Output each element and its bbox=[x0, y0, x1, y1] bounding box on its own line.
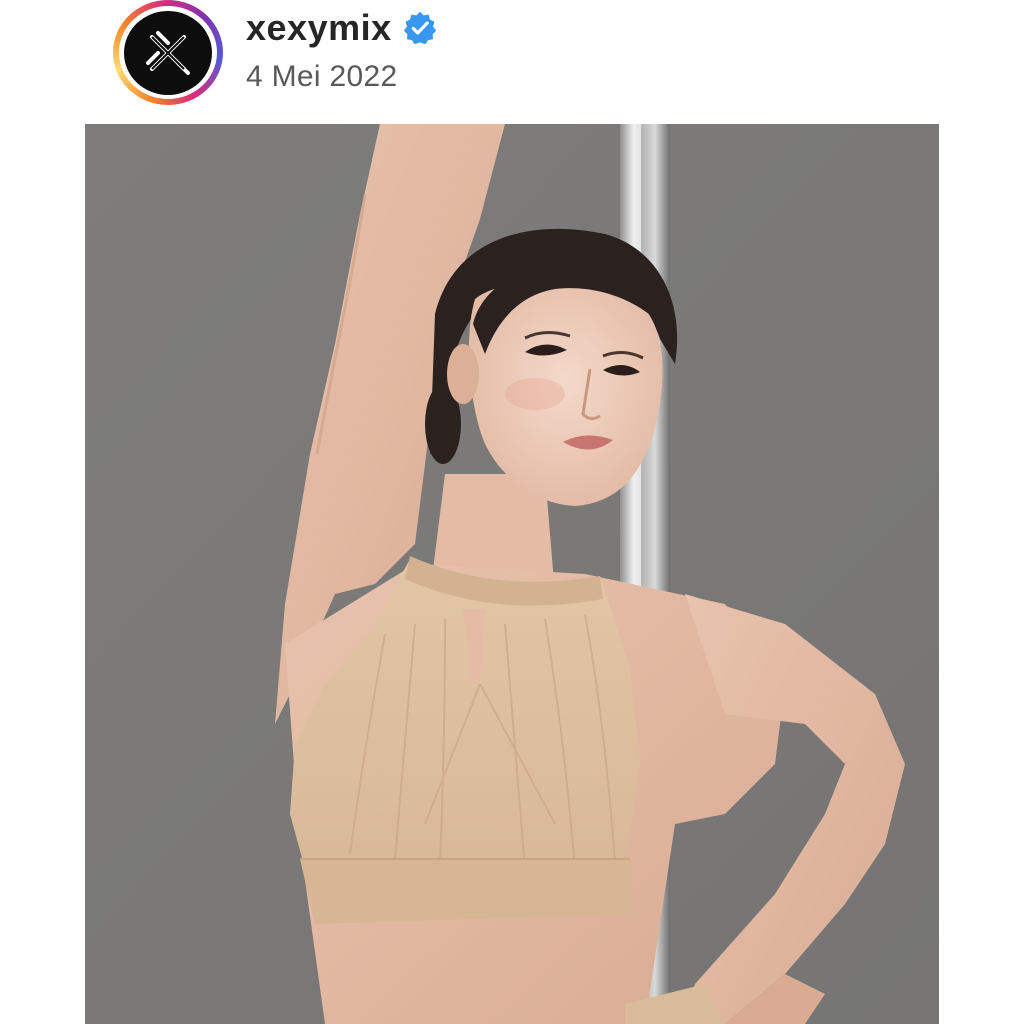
post-photo[interactable] bbox=[85, 124, 939, 1024]
username-row: xexymix bbox=[246, 6, 438, 50]
post-header: xexymix 4 Mei 2022 bbox=[0, 0, 1024, 124]
xexymix-logo-icon bbox=[146, 30, 190, 75]
post-photo-illustration bbox=[85, 124, 939, 1024]
avatar[interactable] bbox=[124, 10, 212, 95]
username[interactable]: xexymix bbox=[246, 7, 392, 49]
story-ring[interactable] bbox=[113, 0, 223, 105]
post-date: 4 Mei 2022 bbox=[246, 60, 398, 93]
verified-badge-icon bbox=[403, 11, 436, 45]
